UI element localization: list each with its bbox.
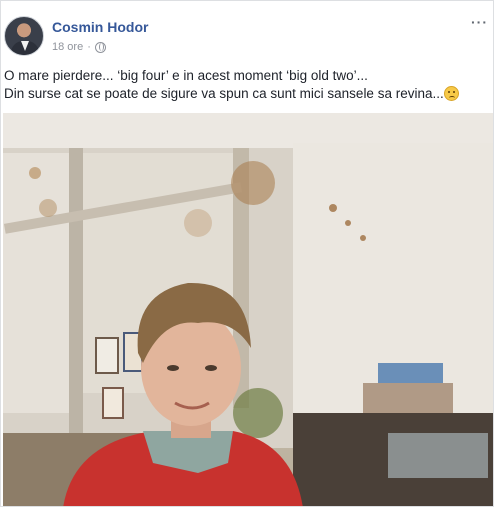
photo-window-pane-left <box>3 153 73 413</box>
photo-top-border <box>3 113 493 148</box>
author-name-link[interactable]: Cosmin Hodor <box>52 19 148 35</box>
post-text-line-2-content: Din surse cat se poate de sigure va spun… <box>4 86 444 101</box>
photo-eye-right <box>205 365 217 371</box>
worried-face-icon <box>443 86 459 101</box>
photo-stain <box>184 209 212 237</box>
post-text: O mare pierdere... ‘big four’ e in acest… <box>4 67 490 103</box>
photo-blue-box <box>378 363 443 383</box>
more-options-icon[interactable]: ··· <box>471 14 488 30</box>
post-text-line-2: Din surse cat se poate de sigure va spun… <box>4 85 490 103</box>
globe-icon[interactable] <box>94 41 106 53</box>
author-avatar[interactable] <box>4 16 44 56</box>
photo-eye-left <box>167 365 179 371</box>
post-time[interactable]: 18 ore <box>52 41 83 53</box>
photo-stain <box>29 167 41 179</box>
photo-tray <box>388 433 488 478</box>
photo-wall-picture <box>102 387 124 419</box>
photo-stain <box>329 204 337 212</box>
photo-stain <box>39 199 57 217</box>
meta-separator: · <box>87 41 91 53</box>
photo-illustration <box>3 113 493 506</box>
photo-stain <box>231 161 275 205</box>
photo-wall-picture <box>95 337 119 374</box>
photo-stain <box>345 220 351 226</box>
photo-window-frame-1 <box>69 148 83 438</box>
post-text-line-1: O mare pierdere... ‘big four’ e in acest… <box>4 68 368 83</box>
photo-stain <box>360 235 366 241</box>
post-card: Cosmin Hodor 18 ore · ··· O mare pierder… <box>0 0 494 507</box>
photo-plant <box>233 388 283 438</box>
post-photo[interactable] <box>3 113 493 506</box>
post-meta: 18 ore · <box>52 41 106 53</box>
post-header: Cosmin Hodor 18 ore · ··· <box>4 12 492 58</box>
